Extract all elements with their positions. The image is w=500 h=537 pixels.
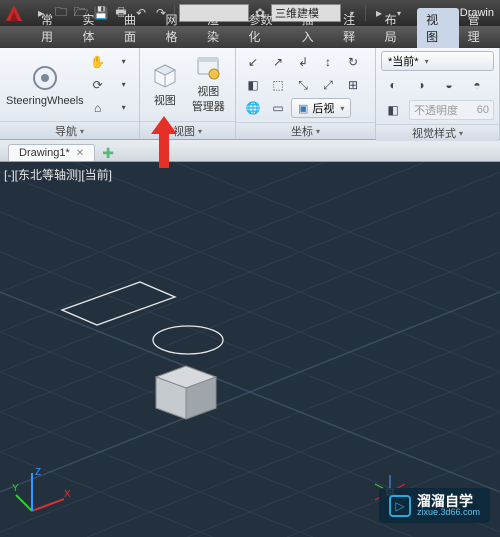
ucs-icon-4[interactable]: ↕ [316, 51, 340, 73]
current-style-dd[interactable]: *当前* [381, 51, 494, 71]
ribbon-tabs: 常用 实体 曲面 网格 渲染 参数化 插入 注释 布局 视图 管理 [0, 26, 500, 48]
rear-view-label: 后视 [312, 100, 334, 116]
nav-dd2-icon[interactable]: ▾ [112, 74, 136, 96]
tab-view[interactable]: 视图 [417, 8, 458, 48]
tab-solid[interactable]: 实体 [73, 8, 114, 48]
vs-icon-3[interactable]: ◒ [437, 74, 461, 96]
view-mgr-icon [195, 55, 221, 81]
model-viewport[interactable]: [-][东北等轴测][当前] X Y Z ▷ 溜溜自学 zixue.3d66.c… [0, 162, 500, 537]
ucs-icon: X Y Z [12, 465, 72, 525]
panel-view-title: 视图 [173, 123, 195, 139]
tab-render[interactable]: 渲染 [198, 8, 239, 48]
tab-annot[interactable]: 注释 [334, 8, 375, 48]
ucs-icon-5[interactable]: ↻ [341, 51, 365, 73]
view-button[interactable]: 视图 [146, 52, 184, 118]
tab-surface[interactable]: 曲面 [115, 8, 156, 48]
nav-dd1-icon[interactable]: ▾ [112, 51, 136, 73]
tab-layout[interactable]: 布局 [376, 8, 417, 48]
panel-coords-dd-icon[interactable] [316, 125, 320, 137]
ucs-icon-6[interactable]: ◧ [241, 74, 265, 96]
panel-view-dd-icon[interactable] [198, 125, 202, 137]
ucs-icon-1[interactable]: ↙ [241, 51, 265, 73]
file-tabs: Drawing1* ✕ ✚ [0, 140, 500, 162]
ucs-icon-8[interactable]: ⤡ [291, 74, 315, 96]
ucs-icon-3[interactable]: ↲ [291, 51, 315, 73]
ucs-icon-7[interactable]: ⬚ [266, 74, 290, 96]
vs-icon-4[interactable]: ◓ [465, 74, 489, 96]
view-mgr-label1: 视图 [197, 83, 219, 99]
steeringwheels-button[interactable]: SteeringWheels [6, 52, 84, 118]
ucs-icon-9[interactable]: ⤢ [316, 74, 340, 96]
view-manager-button[interactable]: 视图 管理器 [188, 52, 229, 118]
view-cube-icon [151, 62, 179, 90]
zoom-extents-icon[interactable]: ⌂ [86, 97, 110, 119]
watermark-brand: 溜溜自学 [417, 494, 480, 508]
rear-view-dd[interactable]: ▣后视 [291, 98, 351, 118]
steeringwheels-icon [30, 63, 60, 93]
tab-manage[interactable]: 管理 [459, 8, 500, 48]
steeringwheels-label: SteeringWheels [6, 95, 84, 107]
viewport-label[interactable]: [-][东北等轴测][当前] [4, 166, 112, 183]
watermark-url: zixue.3d66.com [417, 508, 480, 517]
file-tab-drawing1[interactable]: Drawing1* ✕ [8, 144, 95, 161]
vs-icon-2[interactable]: ◑ [409, 74, 433, 96]
file-tab-label: Drawing1* [19, 147, 70, 159]
panel-visual-title: 视觉样式 [412, 125, 456, 141]
panel-coords-title: 坐标 [291, 123, 313, 139]
panel-visual: *当前* ◐ ◑ ◒ ◓ ◧ 不透明度 60 视觉样式 [376, 48, 500, 139]
panel-nav-dd-icon[interactable] [80, 125, 84, 137]
view-label: 视图 [154, 92, 176, 108]
orbit-icon[interactable]: ⟳ [86, 74, 110, 96]
svg-text:Y: Y [12, 483, 19, 494]
panel-visual-dd-icon[interactable] [459, 127, 463, 139]
ucs-world-icon[interactable]: 🌐 [241, 97, 265, 119]
tab-insert[interactable]: 插入 [293, 8, 334, 48]
nav-dd3-icon[interactable]: ▾ [112, 97, 136, 119]
pan-icon[interactable]: ✋ [86, 51, 110, 73]
watermark: ▷ 溜溜自学 zixue.3d66.com [379, 488, 490, 523]
svg-text:X: X [64, 489, 71, 500]
ucs-icon-2[interactable]: ↗ [266, 51, 290, 73]
grid-background [0, 162, 500, 537]
panel-nav: SteeringWheels ✋ ⟳ ⌂ ▾ ▾ ▾ 导航 [0, 48, 140, 139]
panel-nav-title: 导航 [55, 123, 77, 139]
vs-icon-1[interactable]: ◐ [381, 74, 405, 96]
panel-coords: ↙ ↗ ↲ ↕ ↻ ◧ ⬚ ⤡ ⤢ ⊞ 🌐 ▭ ▣后视 坐标 [236, 48, 376, 139]
ucs-named-icon[interactable]: ▭ [266, 97, 290, 119]
opacity-value: 60 [477, 104, 489, 116]
tab-mesh[interactable]: 网格 [156, 8, 197, 48]
view-mgr-label2: 管理器 [192, 98, 225, 114]
svg-text:Z: Z [35, 467, 41, 478]
vs-shadow-icon[interactable]: ◧ [381, 99, 405, 121]
ucs-icon-10[interactable]: ⊞ [341, 74, 365, 96]
new-tab-button[interactable]: ✚ [99, 145, 117, 161]
opacity-label: 不透明度 [414, 102, 458, 118]
play-icon: ▷ [389, 495, 411, 517]
close-tab-icon[interactable]: ✕ [76, 148, 84, 159]
current-style-label: *当前* [388, 53, 419, 69]
app-logo[interactable] [0, 0, 28, 26]
panel-view: 视图 视图 管理器 视图 [140, 48, 236, 139]
opacity-field[interactable]: 不透明度 60 [409, 100, 494, 120]
tab-home[interactable]: 常用 [32, 8, 73, 48]
tab-param[interactable]: 参数化 [239, 8, 292, 48]
ribbon: SteeringWheels ✋ ⟳ ⌂ ▾ ▾ ▾ 导航 [0, 48, 500, 140]
